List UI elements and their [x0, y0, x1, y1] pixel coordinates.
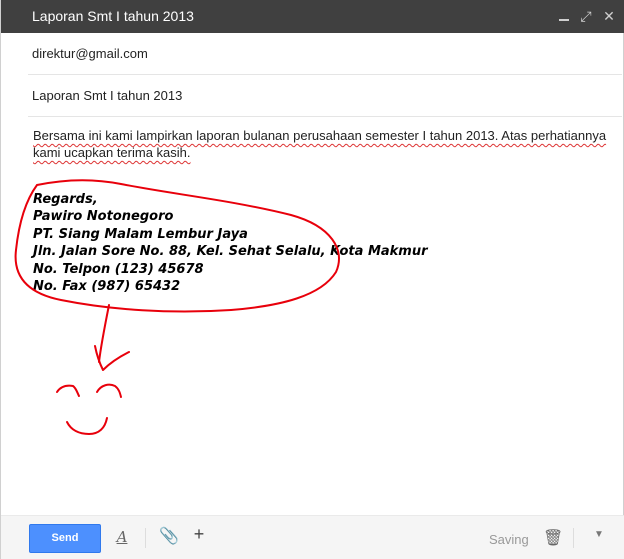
- minimize-icon[interactable]: [554, 6, 574, 26]
- signature-line: PT. Siang Malam Lembur Jaya: [33, 226, 248, 242]
- window-title: Laporan Smt I tahun 2013: [32, 8, 194, 24]
- signature-line: Pawiro Notonegoro: [33, 209, 174, 225]
- attach-icon[interactable]: 📎: [159, 526, 179, 550]
- message-body[interactable]: Bersama ini kami lampirkan laporan bulan…: [33, 127, 613, 161]
- signature-line: Regards,: [33, 192, 98, 207]
- toolbar-divider: [145, 528, 146, 548]
- smiley-right-eye: [96, 383, 122, 398]
- subject-value: Laporan Smt I tahun 2013: [32, 88, 183, 103]
- chevron-down-icon[interactable]: ▼: [589, 529, 609, 553]
- body-line: Bersama ini kami lampirkan laporan bulan…: [33, 128, 607, 143]
- signature-block: Regards, Pawiro Notonegoro PT. Siang Mal…: [33, 191, 428, 295]
- body-line: kami ucapkan terima kasih.: [33, 145, 191, 160]
- compose-toolbar: Send A 📎 + Saving 🗑 ▼: [1, 515, 624, 559]
- more-options-plus-icon[interactable]: +: [189, 524, 209, 548]
- trash-icon[interactable]: 🗑: [543, 528, 563, 552]
- compose-titlebar[interactable]: Laporan Smt I tahun 2013 ⤢ ✕: [1, 0, 624, 33]
- pop-out-icon[interactable]: ⤢: [576, 6, 596, 26]
- saving-status: Saving: [489, 532, 529, 547]
- compose-window: Laporan Smt I tahun 2013 ⤢ ✕ direktur@gm…: [0, 0, 624, 559]
- subject-field[interactable]: Laporan Smt I tahun 2013: [28, 75, 622, 117]
- signature-line: No. Fax (987) 65432: [33, 278, 181, 294]
- close-icon[interactable]: ✕: [599, 6, 619, 26]
- toolbar-divider: [573, 528, 574, 548]
- send-button[interactable]: Send: [29, 524, 101, 553]
- signature-line: Jln. Jalan Sore No. 88, Kel. Sehat Selal…: [33, 244, 428, 260]
- smiley-mouth: [66, 417, 108, 435]
- to-field[interactable]: direktur@gmail.com: [28, 33, 622, 75]
- to-value: direktur@gmail.com: [32, 46, 148, 61]
- arrow-stem: [98, 304, 110, 363]
- smiley-left-eye: [56, 384, 80, 397]
- arrow-head: [94, 345, 130, 371]
- signature-line: No. Telpon (123) 45678: [33, 261, 204, 277]
- text-format-icon[interactable]: A: [112, 528, 132, 552]
